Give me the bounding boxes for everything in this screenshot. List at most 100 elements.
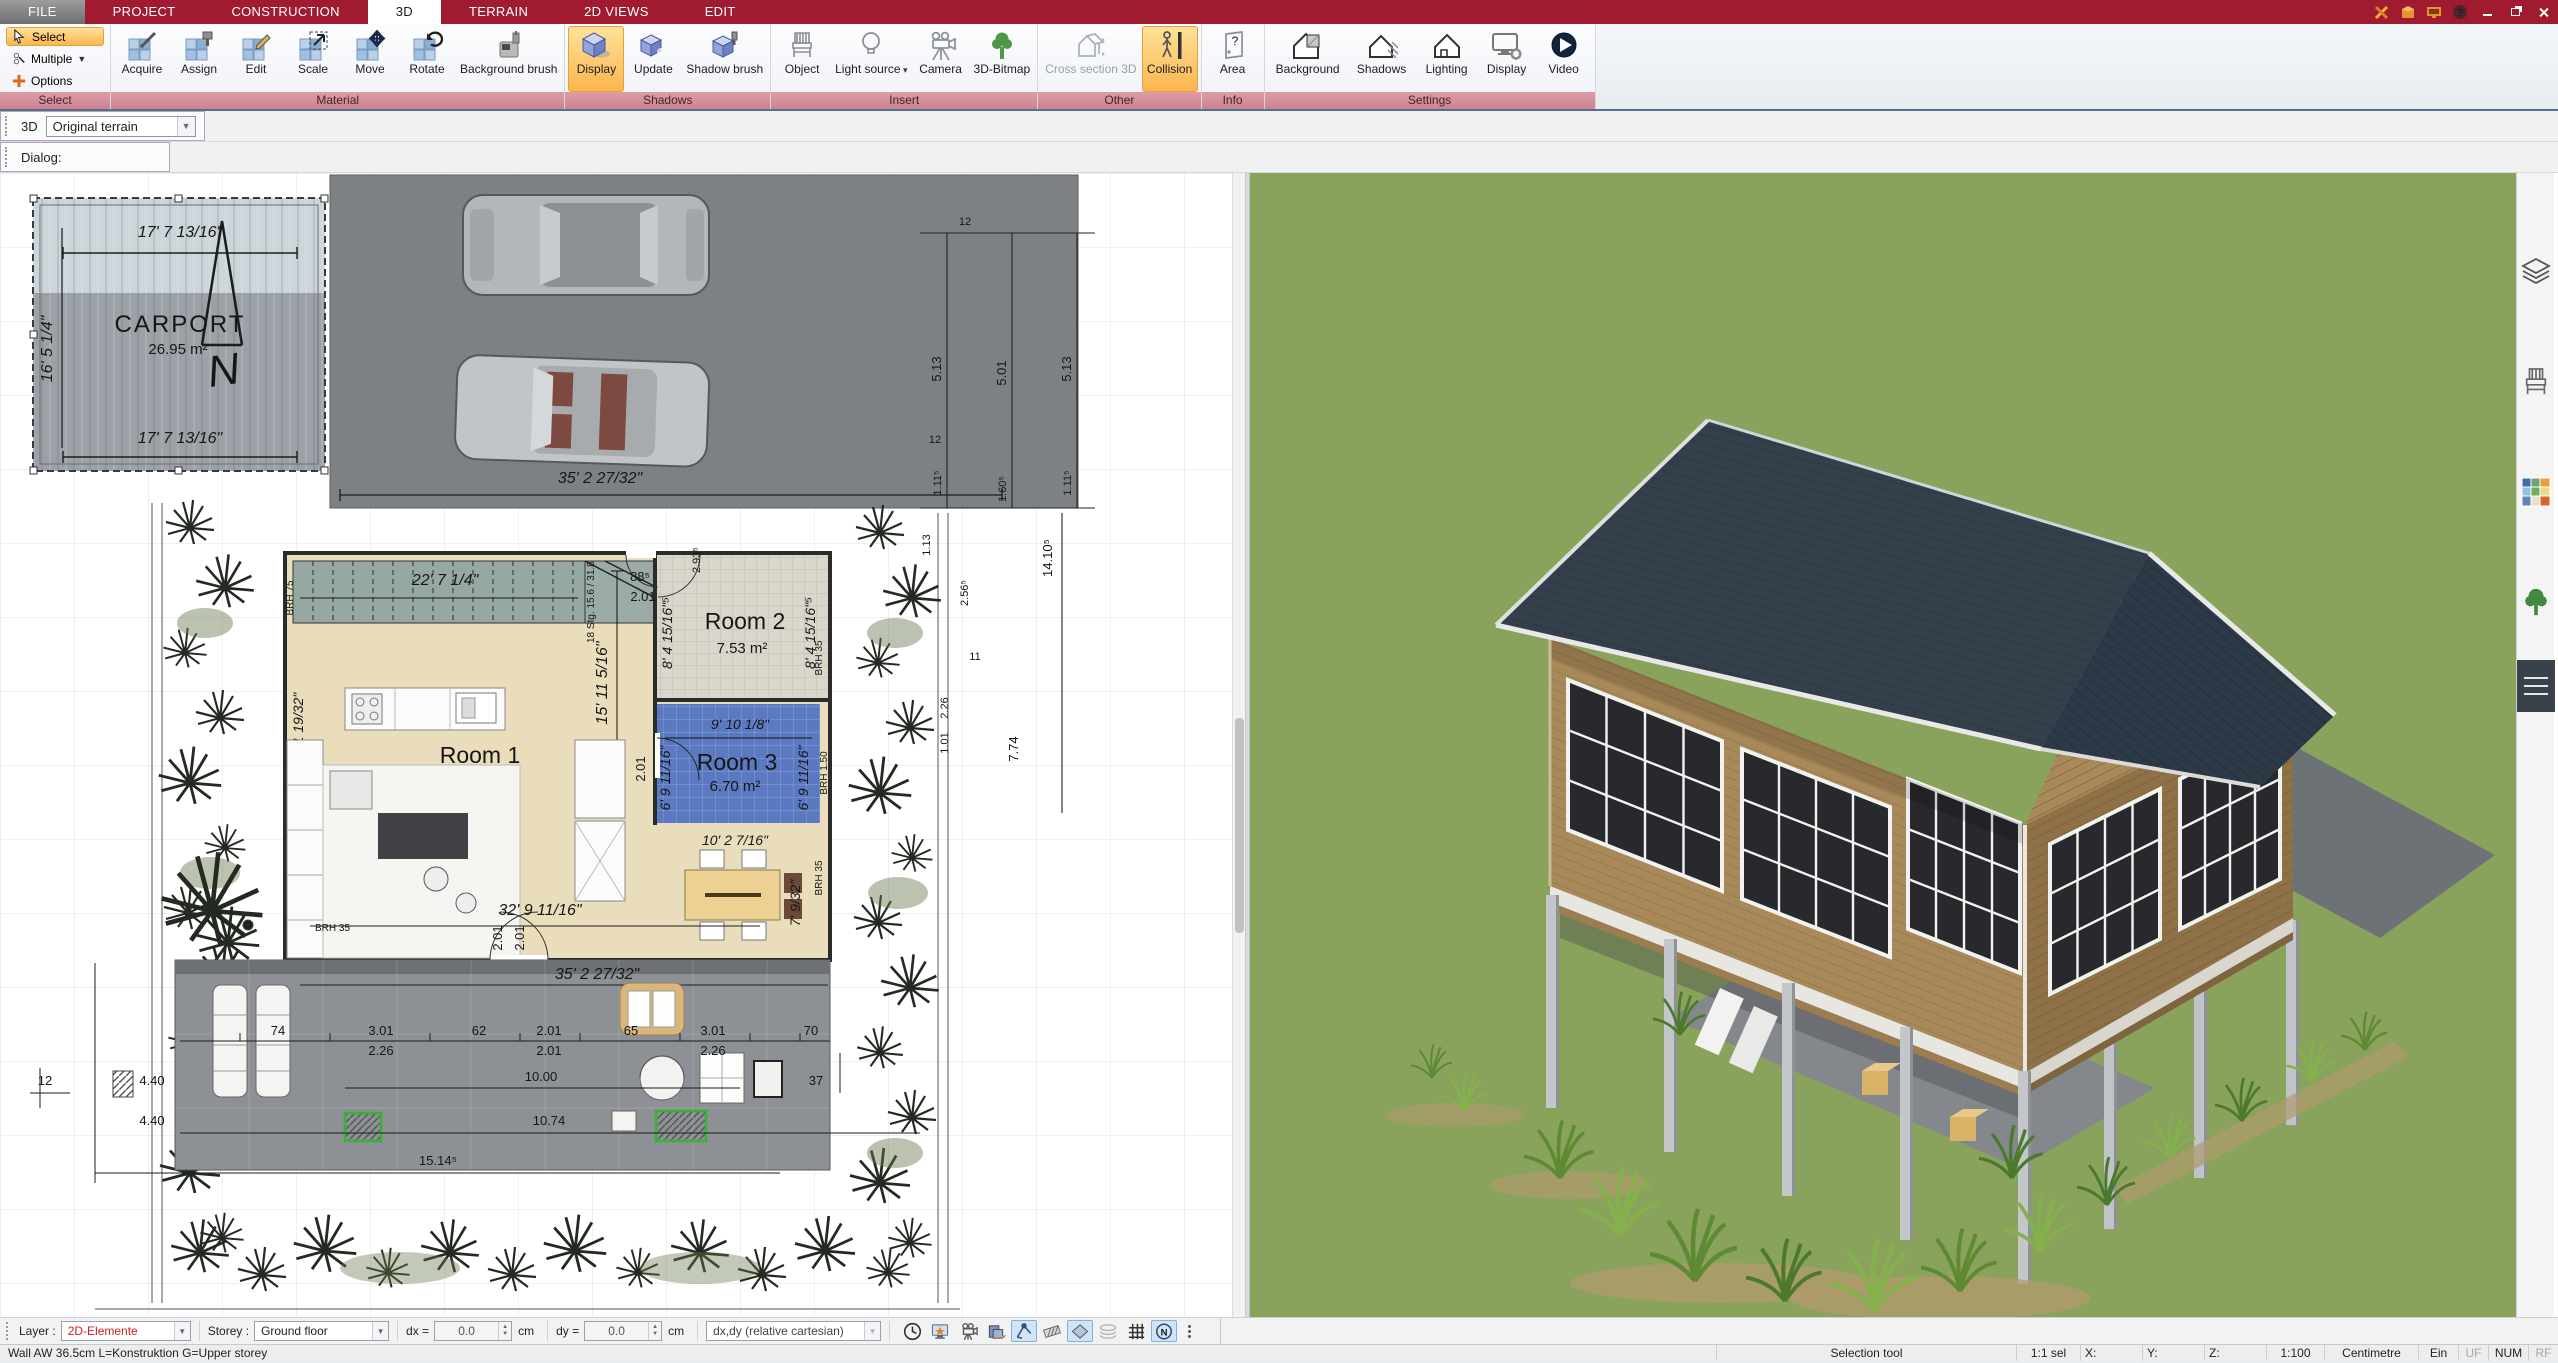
svg-text:2.01[interactable]: 2.01 [536,1043,561,1058]
svg-text:2.56⁵[interactable]: 2.56⁵ [959,580,971,606]
svg-text:4.40[interactable]: 4.40 [139,1073,164,1088]
materials-icon[interactable] [2519,475,2553,509]
scale-button[interactable]: Scale [285,26,341,92]
video-button[interactable]: Video [1536,26,1592,92]
tab-3d[interactable]: 3D [367,0,441,24]
svg-text:7' 9/32"[interactable]: 7' 9/32" [787,879,803,927]
edit-material-button[interactable]: Edit [228,26,284,92]
drawing-scale[interactable]: 1:100 [2266,1345,2324,1361]
minimize-button[interactable] [2476,3,2498,21]
display-settings-button[interactable]: Display [1479,26,1535,92]
area-button[interactable]: ? Area [1205,26,1261,92]
select-button[interactable]: Select [6,27,104,46]
svg-text:12[interactable]: 12 [929,434,941,446]
storey-select[interactable]: Ground floor ▼ [254,1321,390,1341]
plan-vertical-scrollbar[interactable] [1232,173,1245,1317]
svg-text:BRH 35[interactable]: BRH 35 [315,923,350,934]
hatch-marker-outer[interactable] [112,1070,134,1098]
svg-text:37[interactable]: 37 [809,1073,823,1088]
svg-text:2.01[interactable]: 2.01 [490,925,505,950]
svg-text:18 Stg. 15.6 / 31.8[interactable]: 18 Stg. 15.6 / 31.8 [586,561,597,643]
svg-text:Room 2[interactable]: Room 2 [705,608,786,634]
svg-text:22' 7 1/4"[interactable]: 22' 7 1/4" [411,572,480,589]
measure-unit[interactable]: Centimetre [2324,1345,2418,1361]
svg-text:5.01[interactable]: 5.01 [994,360,1009,385]
svg-text:8' 4 15/16"⁵[interactable]: 8' 4 15/16"⁵ [659,597,675,669]
svg-text:2.26[interactable]: 2.26 [939,697,951,718]
package-icon[interactable] [2398,3,2418,21]
svg-text:1.01[interactable]: 1.01 [939,732,951,753]
render-3d-canvas[interactable] [1250,173,2516,1317]
rotate-button[interactable]: Rotate [399,26,455,92]
multiple-select-button[interactable]: Multiple ▼ [6,49,104,68]
acquire-button[interactable]: Acquire [114,26,170,92]
svg-text:6' 9 11/16"[interactable]: 6' 9 11/16" [657,744,673,810]
tab-construction[interactable]: CONSTRUCTION [203,0,367,24]
svg-text:74[interactable]: 74 [271,1023,285,1038]
screen-icon[interactable] [927,1320,953,1342]
tab-project[interactable]: PROJECT [85,0,204,24]
plants-icon[interactable] [2519,585,2553,619]
svg-text:15' 11 5/16"[interactable]: 15' 11 5/16" [594,640,611,724]
screen-share-icon[interactable] [2424,3,2444,21]
svg-text:26.95 m²[interactable]: 26.95 m² [148,341,207,358]
svg-text:35' 2 27/32"[interactable]: 35' 2 27/32" [555,966,641,983]
svg-text:17' 7 13/16"[interactable]: 17' 7 13/16" [138,430,224,447]
object-button[interactable]: Object [774,26,830,92]
surface-icon[interactable] [1067,1320,1094,1342]
car-bottom[interactable] [454,354,711,468]
svg-text:10' 2 7/16"[interactable]: 10' 2 7/16" [702,832,769,848]
cabinet-fridge[interactable] [574,739,626,902]
svg-text:10.00[interactable]: 10.00 [525,1069,558,1084]
dx-input[interactable]: 0.0 ▲ ▼ [434,1321,513,1341]
svg-text:2.93⁵[interactable]: 2.93⁵ [691,547,703,573]
svg-text:9' 10 1/8"[interactable]: 9' 10 1/8" [711,716,770,732]
shadow-brush-button[interactable]: Shadow brush [682,26,767,92]
svg-text:2.01[interactable]: 2.01 [536,1023,561,1038]
spinner-arrows-icon[interactable]: ▲ ▼ [648,1322,661,1340]
svg-text:10.74[interactable]: 10.74 [533,1113,566,1128]
svg-text:14.10⁵[interactable]: 14.10⁵ [1040,539,1055,577]
plan-2d-panel[interactable]: N 17' 7 13/16" CARPORT 26.95 m² 17' 7 13… [0,173,1246,1317]
svg-text:2.01[interactable]: 2.01 [633,756,648,781]
tab-2d-views[interactable]: 2D VIEWS [556,0,677,24]
panel-expand-handle[interactable] [2517,660,2555,712]
svg-text:CARPORT[interactable]: CARPORT [115,311,246,338]
camera-button[interactable]: Camera [913,26,969,92]
room-3[interactable]: Room 3 6.70 m² 9' 10 1/8" 6' 9 11/16" 6'… [633,704,830,823]
tab-terrain[interactable]: TERRAIN [441,0,556,24]
svg-text:Room 3[interactable]: Room 3 [697,749,778,775]
lighting-settings-button[interactable]: Lighting [1416,26,1478,92]
dy-input[interactable]: 0.0 ▲ ▼ [584,1321,663,1341]
svg-text:32' 9 11/16"[interactable]: 32' 9 11/16" [498,902,582,919]
svg-text:62[interactable]: 62 [472,1023,486,1038]
svg-text:1.13[interactable]: 1.13 [921,534,933,555]
svg-text:7.74[interactable]: 7.74 [1006,736,1021,761]
svg-text:2.01[interactable]: 2.01 [512,925,527,950]
coordinate-mode-select[interactable]: dx,dy (relative cartesian) ▼ [706,1321,882,1341]
svg-text:BRH 1.50[interactable]: BRH 1.50 [819,751,830,795]
background-settings-button[interactable]: Background [1268,26,1348,92]
grid-icon[interactable] [1123,1320,1149,1342]
svg-text:6.70 m²[interactable]: 6.70 m² [710,778,761,795]
toolbar-grip[interactable] [5,116,9,136]
svg-text:2.26[interactable]: 2.26 [368,1043,393,1058]
car-top[interactable] [462,194,710,296]
toolbar-overflow-handle[interactable] [1188,1322,1194,1340]
terrain-select[interactable]: Original terrain ▼ [45,115,196,137]
walls-icon[interactable] [983,1320,1009,1342]
svg-text:12[interactable]: 12 [959,216,971,228]
tab-edit[interactable]: EDIT [677,0,764,24]
scrollbar-thumb[interactable] [1235,718,1244,933]
hatch-marker-right[interactable] [654,1109,708,1143]
svg-text:Room 1[interactable]: Room 1 [440,742,521,768]
svg-text:65[interactable]: 65 [624,1023,638,1038]
svg-text:3.01[interactable]: 3.01 [700,1023,725,1038]
svg-text:4.40[interactable]: 4.40 [139,1113,164,1128]
tools-icon[interactable] [2372,3,2392,21]
help-icon[interactable]: ? [2450,3,2470,21]
move-button[interactable]: Move [342,26,398,92]
north-arrow-icon[interactable]: N [1151,1320,1178,1342]
svg-text:15.14⁵[interactable]: 15.14⁵ [419,1153,457,1168]
svg-text:3.01[interactable]: 3.01 [368,1023,393,1038]
